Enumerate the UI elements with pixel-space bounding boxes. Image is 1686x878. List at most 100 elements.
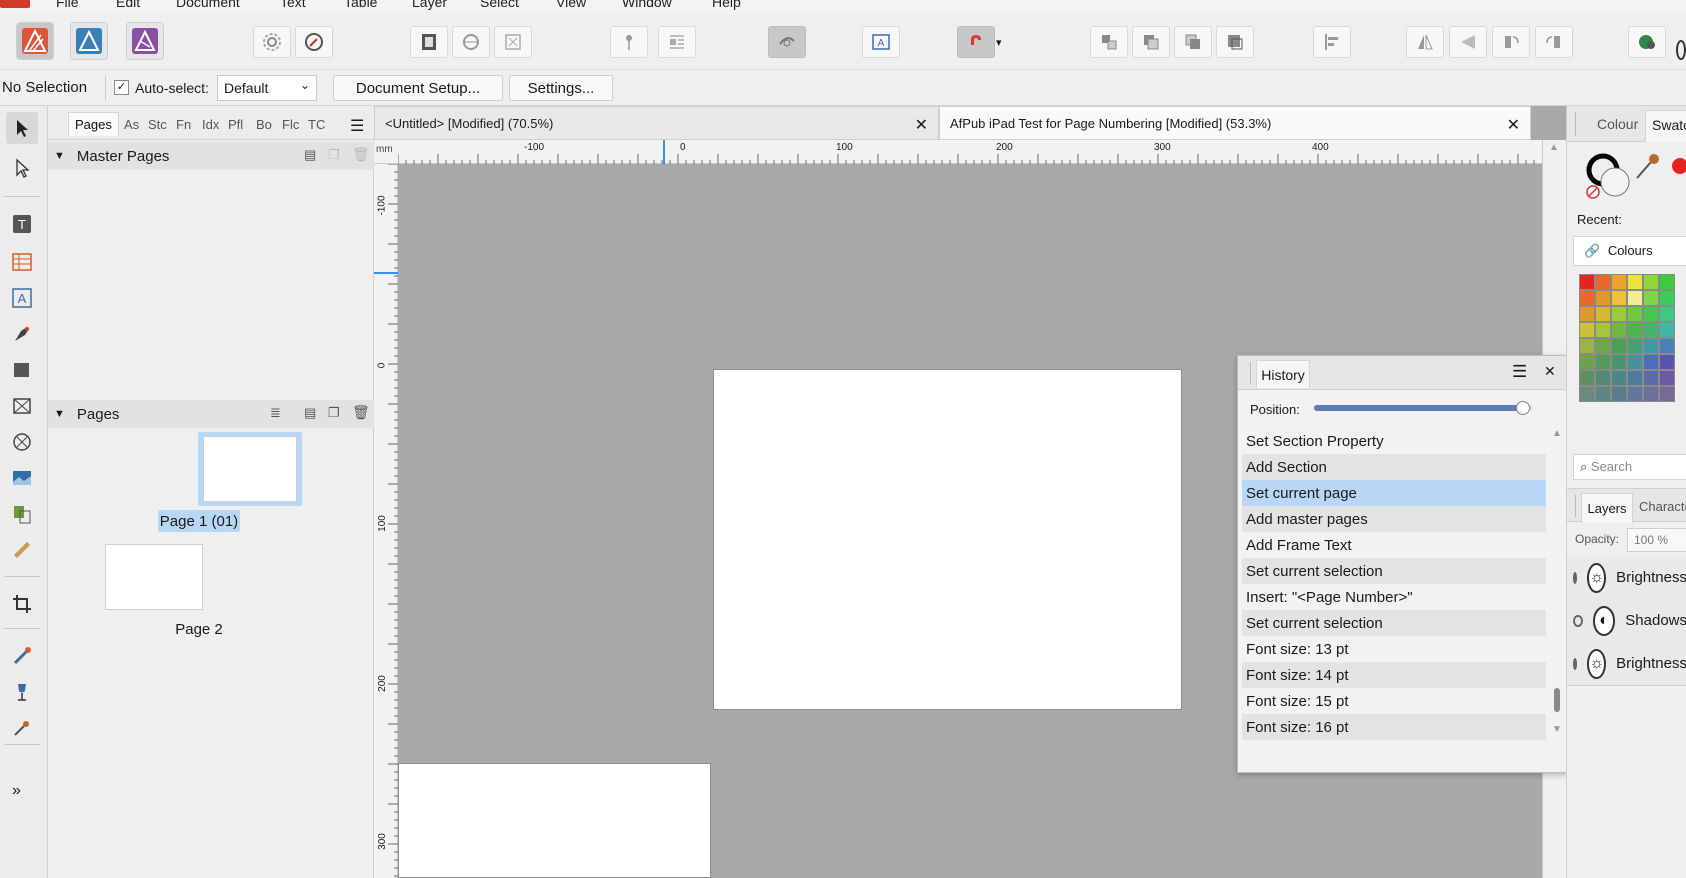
colour-swatch[interactable] — [1643, 274, 1659, 290]
colour-swatch[interactable] — [1611, 274, 1627, 290]
rotate-left-button[interactable] — [1492, 26, 1530, 58]
colour-swatch[interactable] — [1611, 290, 1627, 306]
colour-swatch[interactable] — [1579, 338, 1595, 354]
history-item[interactable]: Set current selection — [1242, 610, 1546, 636]
assistant-button[interactable] — [1628, 26, 1666, 58]
add-master-icon[interactable]: ▤ — [304, 147, 316, 163]
table-data-tool[interactable] — [6, 498, 38, 530]
align-button[interactable] — [1313, 26, 1351, 58]
place-image-tool[interactable] — [6, 462, 38, 494]
page-label-2[interactable]: Page 2 — [158, 618, 240, 640]
measure-tool[interactable] — [6, 534, 38, 566]
colour-swatch[interactable] — [1643, 322, 1659, 338]
tab-history[interactable]: History — [1256, 360, 1310, 388]
delete-master-icon[interactable]: 🗑 — [352, 146, 370, 163]
colour-swatch[interactable] — [1611, 338, 1627, 354]
menu-layer[interactable]: Layer — [412, 0, 447, 10]
scroll-thumb[interactable] — [1554, 688, 1560, 712]
colour-swatch[interactable] — [1611, 370, 1627, 386]
colour-swatch[interactable] — [1611, 386, 1627, 402]
panel-menu-icon[interactable]: ☰ — [1512, 362, 1527, 382]
colour-swatch[interactable] — [1627, 322, 1643, 338]
colour-swatch[interactable] — [1627, 370, 1643, 386]
page-options-icon[interactable]: ≣ — [270, 405, 281, 421]
colour-swatch[interactable] — [1627, 354, 1643, 370]
tab-colour[interactable]: Colour — [1597, 116, 1638, 132]
panel-menu-icon[interactable]: ☰ — [350, 116, 364, 136]
scroll-up-icon[interactable]: ▲ — [1549, 142, 1559, 153]
colour-swatch[interactable] — [1579, 386, 1595, 402]
close-tab-icon[interactable]: ✕ — [915, 115, 928, 135]
colour-swatch[interactable] — [1579, 322, 1595, 338]
colour-swatch[interactable] — [1579, 274, 1595, 290]
colour-swatch[interactable] — [1627, 290, 1643, 306]
document-setup-button[interactable]: Document Setup... — [333, 75, 503, 101]
scroll-up-icon[interactable]: ▲ — [1552, 428, 1562, 439]
colour-swatch[interactable] — [1579, 306, 1595, 322]
preferences-button[interactable] — [253, 26, 291, 58]
menu-window[interactable]: Window — [622, 0, 672, 10]
colour-swatch[interactable] — [1627, 274, 1643, 290]
tab-fields[interactable]: Fn — [176, 112, 191, 136]
history-item[interactable]: Add Frame Text — [1242, 532, 1546, 558]
scroll-down-icon[interactable]: ▼ — [1552, 724, 1562, 735]
colour-swatch[interactable] — [1659, 370, 1675, 386]
menu-edit[interactable]: Edit — [116, 0, 140, 10]
more-icon[interactable] — [1676, 40, 1686, 60]
tab-styles[interactable]: Stc — [148, 112, 167, 136]
menu-file[interactable]: File — [56, 0, 79, 10]
normal-view-button[interactable] — [410, 26, 448, 58]
flip-vertical-button[interactable] — [1449, 26, 1487, 58]
colour-swatch[interactable] — [1643, 354, 1659, 370]
snapping-button[interactable] — [957, 26, 995, 58]
move-to-front-button[interactable] — [1216, 26, 1254, 58]
colour-swatch[interactable] — [1595, 322, 1611, 338]
page-label-1[interactable]: Page 1 (01) — [158, 510, 240, 532]
document-tab-2[interactable]: AfPub iPad Test for Page Numbering [Modi… — [939, 106, 1531, 140]
colour-swatch[interactable] — [1579, 370, 1595, 386]
colour-swatch[interactable] — [1595, 274, 1611, 290]
colour-swatch[interactable] — [1627, 306, 1643, 322]
table-tool[interactable] — [6, 246, 38, 278]
duplicate-page-icon[interactable]: ❐ — [328, 405, 340, 421]
move-to-back-button[interactable] — [1090, 26, 1128, 58]
page-canvas-2[interactable] — [398, 763, 711, 878]
snapping-dropdown-icon[interactable]: ▾ — [996, 36, 1012, 52]
menu-table[interactable]: Table — [344, 0, 377, 10]
colour-swatch[interactable] — [1659, 322, 1675, 338]
preflight-button[interactable] — [768, 26, 806, 58]
colour-swatch[interactable] — [1595, 386, 1611, 402]
move-tool[interactable] — [6, 112, 38, 144]
colour-swatch[interactable] — [1659, 338, 1675, 354]
rotate-right-button[interactable] — [1535, 26, 1573, 58]
search-input[interactable]: ⌕ Search — [1573, 454, 1686, 480]
tab-swatches[interactable]: Swatches — [1645, 110, 1686, 142]
move-back-one-button[interactable] — [1132, 26, 1170, 58]
pages-section-header[interactable]: ▼ Pages ≣ ▤ ❐ 🗑 — [48, 400, 374, 428]
eyedropper-icon[interactable] — [1633, 152, 1686, 180]
history-item[interactable]: Set current selection — [1242, 558, 1546, 584]
node-tool[interactable] — [6, 152, 38, 184]
page-canvas-1[interactable] — [713, 369, 1182, 710]
menu-select[interactable]: Select — [480, 0, 519, 10]
settings-button[interactable]: Settings... — [509, 75, 613, 101]
menu-document[interactable]: Document — [176, 0, 240, 10]
transparency-tool[interactable] — [6, 676, 38, 708]
history-scrollbar[interactable]: ▲ ▼ — [1550, 428, 1564, 738]
picture-frame-ellipse-tool[interactable] — [6, 426, 38, 458]
history-item[interactable]: Font size: 14 pt — [1242, 662, 1546, 688]
history-item[interactable]: Add Section — [1242, 454, 1546, 480]
expand-tools-icon[interactable]: » — [12, 782, 21, 800]
close-icon[interactable]: ✕ — [1544, 363, 1556, 380]
tab-character[interactable]: Character — [1639, 499, 1686, 514]
menu-view[interactable]: View — [556, 0, 586, 10]
colour-swatch[interactable] — [1611, 322, 1627, 338]
tab-pages[interactable]: Pages — [68, 112, 119, 136]
bleed-view-button[interactable] — [452, 26, 490, 58]
snapping-settings-button[interactable] — [295, 26, 333, 58]
colour-swatch[interactable] — [1659, 306, 1675, 322]
palette-dropdown[interactable]: 🔗 Colours — [1573, 236, 1686, 266]
page-thumbnail-2[interactable] — [105, 544, 203, 610]
colour-swatch[interactable] — [1659, 354, 1675, 370]
auto-select-dropdown[interactable]: Default ⌄ — [217, 75, 317, 101]
